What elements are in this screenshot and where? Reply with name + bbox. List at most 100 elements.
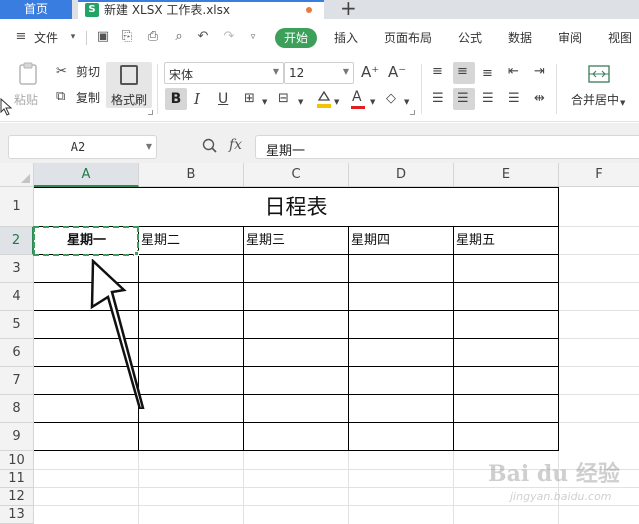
cut-button[interactable]: 剪切 — [76, 64, 100, 80]
decrease-indent-icon[interactable]: ⇤ — [508, 64, 519, 80]
row-header-10[interactable]: 10 — [0, 451, 34, 470]
chevron-down-icon[interactable]: ▼ — [262, 94, 267, 110]
bold-button[interactable]: B — [165, 88, 187, 110]
table-border — [558, 187, 559, 451]
cut-icon[interactable]: ✂ — [56, 64, 67, 80]
row-header-5[interactable]: 5 — [0, 311, 34, 339]
align-center-icon[interactable]: ☰ — [457, 91, 469, 107]
font-name-select[interactable]: 宋体 ▼ — [164, 62, 284, 84]
increase-font-icon[interactable]: A⁺ — [361, 64, 379, 80]
gridline — [138, 451, 139, 524]
row-header-11[interactable]: 11 — [0, 470, 34, 488]
decrease-font-icon[interactable]: A⁻ — [388, 64, 406, 80]
fill-pattern-icon[interactable]: ⊟ — [278, 91, 289, 107]
zoom-formula-icon[interactable] — [202, 138, 217, 153]
row-header-12[interactable]: 12 — [0, 488, 34, 506]
insert-function-button[interactable]: fx — [229, 137, 242, 153]
select-all-icon — [21, 174, 30, 183]
row-header-2[interactable]: 2 — [0, 227, 34, 255]
chevron-down-icon[interactable]: ▼ — [620, 95, 625, 111]
row-header-6[interactable]: 6 — [0, 339, 34, 367]
copy-button[interactable]: 复制 — [76, 90, 100, 106]
column-header-d[interactable]: D — [349, 163, 454, 187]
menu-tab-formulas[interactable]: 公式 — [458, 29, 482, 47]
chevron-down-icon[interactable]: ▼ — [404, 94, 409, 110]
menu-tab-data[interactable]: 数据 — [508, 29, 532, 47]
watermark-brand: Bai du 经验 — [488, 461, 620, 487]
format-painter-button[interactable]: 格式刷 — [106, 62, 152, 108]
row-header-13[interactable]: 13 — [0, 506, 34, 524]
column-header-a[interactable]: A — [34, 163, 139, 187]
copy-icon[interactable]: ⧉ — [56, 89, 65, 105]
align-middle-icon[interactable]: ≡ — [457, 64, 468, 80]
new-tab-button[interactable]: + — [340, 0, 357, 19]
align-bottom-icon[interactable]: ≡ — [482, 66, 493, 82]
chevron-down-icon[interactable]: ▼ — [370, 94, 375, 110]
chevron-down-icon[interactable]: ▾ — [66, 30, 80, 44]
align-top-icon[interactable]: ≡ — [432, 64, 443, 80]
row-header-1[interactable]: 1 — [0, 187, 34, 227]
name-box[interactable]: A2 ▼ — [8, 135, 157, 159]
column-header-b[interactable]: B — [139, 163, 244, 187]
redo-icon[interactable]: ↷ — [222, 30, 236, 44]
row-header-9[interactable]: 9 — [0, 423, 34, 451]
cell-e2[interactable]: 星期五 — [456, 227, 495, 255]
italic-button[interactable]: I — [194, 91, 200, 107]
formula-bar: A2 ▼ fx 星期一 — [0, 133, 639, 163]
gridline — [559, 226, 639, 227]
font-size-select[interactable]: 12 ▼ — [284, 62, 354, 84]
toolbar-gap — [0, 123, 639, 133]
cell-b2[interactable]: 星期二 — [141, 227, 180, 255]
cell-c2[interactable]: 星期三 — [246, 227, 285, 255]
menu-tab-review[interactable]: 审阅 — [558, 29, 582, 47]
row-header-4[interactable]: 4 — [0, 283, 34, 311]
tab-home[interactable]: 首页 — [0, 0, 72, 19]
paste-label: 粘贴 — [14, 93, 39, 107]
menu-tab-start[interactable]: 开始 — [275, 28, 317, 48]
borders-icon[interactable]: ⊞ — [244, 91, 255, 107]
cell-d2[interactable]: 星期四 — [351, 227, 390, 255]
cell-a1-title[interactable]: 日程表 — [34, 187, 558, 226]
distribute-icon[interactable]: ⇹ — [534, 91, 545, 107]
increase-indent-icon[interactable]: ⇥ — [534, 64, 545, 80]
align-left-icon[interactable]: ☰ — [432, 91, 444, 107]
clear-format-icon[interactable]: ◇ — [386, 91, 396, 107]
column-header-c[interactable]: C — [244, 163, 349, 187]
font-dialog-launcher[interactable] — [410, 110, 415, 115]
undo-icon[interactable]: ↶ — [196, 30, 210, 44]
menu-file[interactable]: 文件 — [34, 29, 58, 47]
fill-handle[interactable] — [134, 251, 139, 256]
table-border — [34, 450, 559, 451]
fill-color-icon[interactable] — [314, 88, 334, 110]
justify-icon[interactable]: ☰ — [508, 91, 520, 107]
menu-tab-insert[interactable]: 插入 — [334, 29, 358, 47]
select-all-corner[interactable] — [0, 163, 34, 187]
tab-document[interactable]: S 新建 XLSX 工作表.xlsx — [78, 0, 324, 19]
spreadsheet-grid[interactable]: A B C D E F 1 2 3 4 5 6 7 8 9 10 11 12 1… — [0, 163, 639, 524]
merge-center-icon[interactable] — [588, 64, 610, 84]
column-header-e[interactable]: E — [454, 163, 559, 187]
ribbon-separator — [157, 64, 158, 114]
print-preview-icon[interactable]: ⌕ — [172, 30, 186, 44]
column-header-f[interactable]: F — [559, 163, 639, 187]
formula-input[interactable]: 星期一 — [255, 135, 639, 159]
underline-button[interactable]: U — [218, 91, 228, 107]
clipboard-dialog-launcher[interactable] — [148, 110, 153, 115]
hamburger-icon[interactable]: ≡ — [14, 30, 28, 44]
row-header-8[interactable]: 8 — [0, 395, 34, 423]
menu-tab-page-layout[interactable]: 页面布局 — [384, 29, 432, 47]
chevron-down-icon[interactable]: ▼ — [298, 94, 303, 110]
chevron-down-icon[interactable]: ▼ — [334, 94, 339, 110]
font-color-button[interactable]: A — [350, 88, 366, 110]
export-icon[interactable]: ⎘ — [120, 30, 134, 44]
align-right-icon[interactable]: ☰ — [482, 91, 494, 107]
row-header-3[interactable]: 3 — [0, 255, 34, 283]
gridline — [559, 366, 639, 367]
save-icon[interactable]: ▣ — [96, 30, 110, 44]
menu-tab-view[interactable]: 视图 — [608, 29, 632, 47]
print-icon[interactable]: ⎙ — [146, 30, 160, 44]
row-header-7[interactable]: 7 — [0, 367, 34, 395]
chevron-down-icon: ▼ — [145, 142, 152, 151]
quick-access-more-icon[interactable]: ▿ — [246, 30, 260, 44]
merge-center-button[interactable]: 合并居中 — [571, 92, 619, 108]
